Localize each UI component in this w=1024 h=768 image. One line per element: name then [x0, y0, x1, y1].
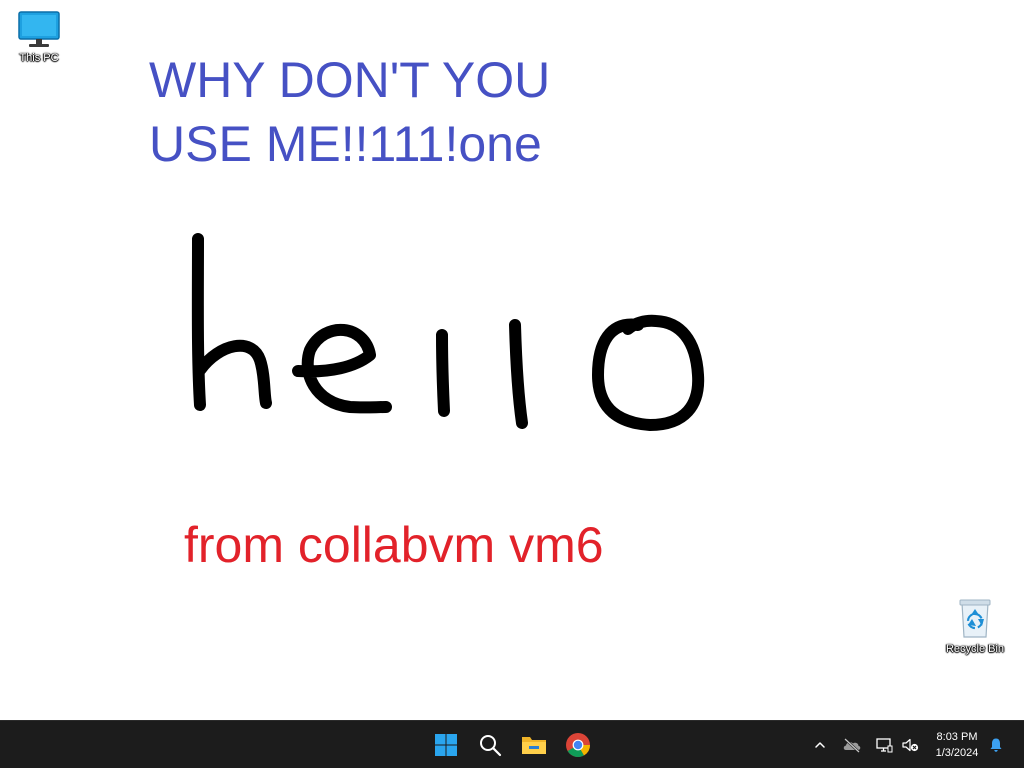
file-explorer-button[interactable]: [514, 725, 554, 765]
clock-time: 8:03 PM: [936, 731, 978, 743]
chrome-button[interactable]: [558, 725, 598, 765]
start-button[interactable]: [426, 725, 466, 765]
monitor-icon: [18, 11, 60, 47]
onedrive-tray-button[interactable]: [840, 733, 864, 757]
chevron-up-icon: [815, 742, 825, 748]
show-hidden-icons-button[interactable]: [808, 733, 832, 757]
search-icon: [480, 735, 502, 757]
search-button[interactable]: [470, 725, 510, 765]
chrome-icon: [566, 733, 590, 758]
clock[interactable]: 8:03 PM 1/3/2024: [924, 729, 990, 761]
onedrive-offline-icon: [843, 738, 861, 753]
hello-letter-e: [292, 323, 392, 414]
handwritten-hello: [191, 233, 705, 431]
windows-logo-icon: [435, 734, 457, 756]
this-pc-label: This PC: [19, 52, 59, 64]
recycle-bin-icon: [959, 599, 991, 638]
recycle-bin-label: Recycle Bin: [945, 643, 1005, 655]
hello-letter-h: [191, 233, 272, 411]
hello-letter-o: [592, 314, 705, 431]
folder-icon: [522, 737, 546, 754]
wallpaper-footer: from collabvm vm6: [184, 517, 604, 573]
clock-date: 1/3/2024: [935, 747, 979, 759]
volume-muted-icon: [902, 738, 919, 752]
wallpaper-line-2: USE ME!!111!one: [149, 116, 542, 172]
taskbar: 8:03 PM 1/3/2024: [0, 720, 1024, 768]
desktop[interactable]: This PC WHY DON'T YOU USE ME!!111!one fr…: [0, 0, 1024, 720]
network-icon: [876, 738, 893, 753]
notifications-button[interactable]: [984, 733, 1008, 757]
wallpaper-line-1: WHY DON'T YOU: [149, 52, 551, 108]
hello-letter-l2: [509, 319, 528, 429]
this-pc-shortcut[interactable]: This PC: [3, 10, 75, 64]
hello-letter-l1: [436, 329, 450, 417]
recycle-bin-shortcut[interactable]: Recycle Bin: [939, 597, 1011, 655]
notification-bell-icon: [990, 738, 1002, 752]
volume-tray-button[interactable]: [898, 733, 922, 757]
network-tray-button[interactable]: [872, 733, 896, 757]
